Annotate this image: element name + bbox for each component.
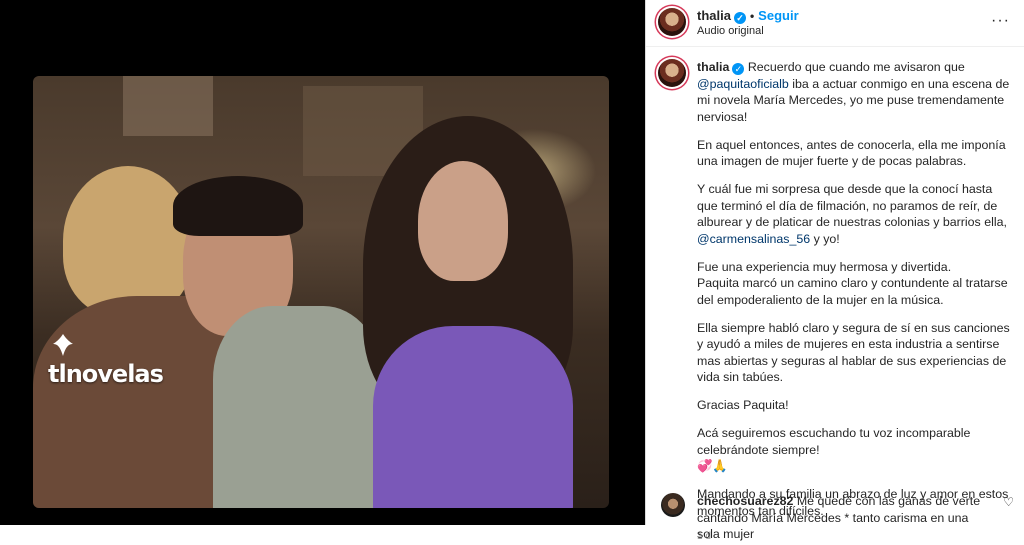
like-comment-heart-icon[interactable]: ♡ — [1003, 495, 1014, 509]
caption-paragraph-5: Ella siempre habló claro y segura de sí … — [697, 320, 1015, 386]
person-right-dress — [373, 326, 573, 508]
caption-text-part: Y cuál fue mi sorpresa que desde que la … — [697, 182, 1007, 229]
commenter-avatar[interactable] — [661, 493, 685, 517]
caption-paragraph-4: Fue una experiencia muy hermosa y divert… — [697, 259, 1015, 309]
separator-dot: • — [750, 9, 754, 23]
caption-paragraph-7: Acá seguiremos escuchando tu voz incompa… — [697, 425, 1015, 475]
caption-text-part: y yo! — [810, 232, 840, 246]
post-header: thalia✓ • Seguir Audio original ··· — [646, 0, 1024, 47]
post-view: tlnovelas thalia✓ • Seguir Audio original … — [0, 0, 1024, 525]
tlnovelas-logo-icon — [50, 332, 76, 358]
mention-carmen[interactable]: @carmensalinas_56 — [697, 232, 810, 246]
caption-author-avatar[interactable] — [658, 59, 686, 87]
mention-paquita[interactable]: @paquitaoficialb — [697, 77, 789, 91]
follow-button[interactable]: Seguir — [758, 8, 798, 23]
person-left-head — [63, 166, 193, 316]
caption-username[interactable]: thalia — [697, 60, 729, 74]
verified-badge-icon: ✓ — [734, 12, 746, 24]
wall-lamp — [123, 76, 213, 136]
post-side-panel: thalia✓•Seguir Audio original ··· thalia… — [645, 0, 1024, 525]
verified-badge-icon: ✓ — [732, 63, 744, 75]
comment-text: chechosuarez82 Me quedé con las ganas de… — [697, 493, 993, 543]
caption-text: thalia✓ Recuerdo que cuando me avisaron … — [697, 59, 1015, 545]
person-right-face — [418, 161, 508, 281]
person-middle-hair — [173, 176, 303, 236]
caption-paragraph-2: En aquel entonces, antes de conocerla, e… — [697, 137, 1015, 170]
commenter-username[interactable]: chechosuarez82 — [697, 494, 793, 508]
person-middle-body — [213, 306, 383, 508]
caption-text-part: Recuerdo que cuando me avisaron que — [748, 60, 965, 74]
caption-paragraph-3: Y cuál fue mi sorpresa que desde que la … — [697, 181, 1015, 247]
video-frame[interactable] — [33, 76, 609, 508]
video-watermark: tlnovelas — [48, 360, 163, 388]
author-line: thalia✓ • Seguir — [697, 8, 799, 24]
author-username[interactable]: thalia — [697, 8, 731, 23]
video-player[interactable]: tlnovelas — [0, 0, 645, 525]
caption-paragraph-6: Gracias Paquita! — [697, 397, 1015, 414]
audio-label[interactable]: Audio original — [697, 25, 764, 37]
author-avatar[interactable] — [658, 8, 686, 36]
caption-paragraph-1: thalia✓ Recuerdo que cuando me avisaron … — [697, 59, 1015, 125]
more-options-icon[interactable]: ··· — [991, 12, 1010, 30]
comment-item: chechosuarez82 Me quedé con las ganas de… — [646, 482, 1024, 525]
